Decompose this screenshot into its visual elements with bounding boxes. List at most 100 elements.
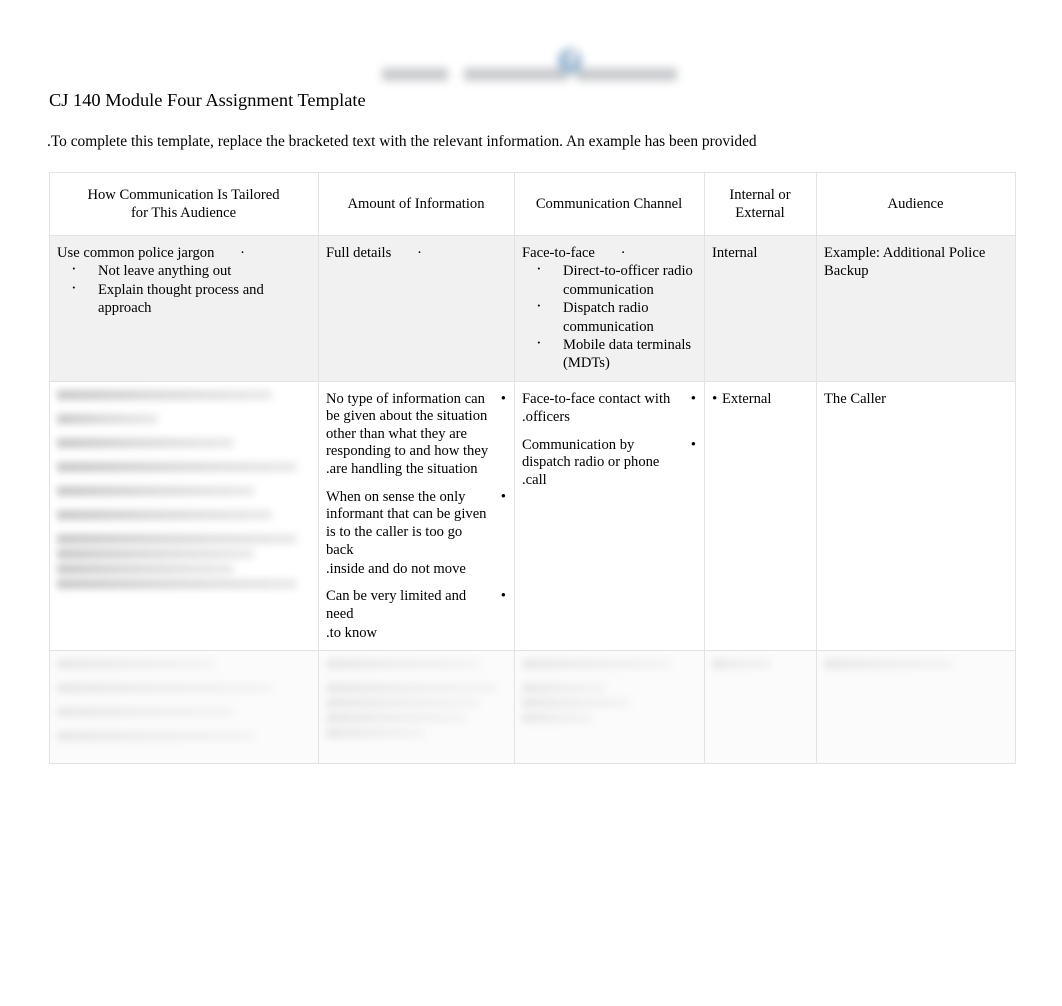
redacted-line xyxy=(57,485,255,496)
paragraph-line: other than what they are xyxy=(326,425,468,442)
bullet-dot-icon: • xyxy=(500,587,506,604)
table-row xyxy=(49,650,1016,765)
paragraph-line: When on sense the only xyxy=(326,488,466,505)
redacted-line xyxy=(326,683,497,694)
paragraph-line: dispatch radio or phone xyxy=(522,454,660,471)
cell-row1-amount-of-information: Full details · xyxy=(318,235,515,382)
paragraph-line: informant that can be given xyxy=(326,506,487,523)
bullet-list: Not leave anything out Explain thought p… xyxy=(57,260,310,318)
paragraph-line: Face-to-face contact with xyxy=(522,390,671,407)
cell-lead-label: Face-to-face xyxy=(522,245,595,261)
header-watermark-logo xyxy=(380,45,680,88)
bulleted-paragraph: • When on sense the only informant that … xyxy=(326,488,506,578)
paragraph-line: .inside and do not move xyxy=(326,560,466,577)
redacted-line xyxy=(824,659,953,670)
redacted-line xyxy=(57,683,273,694)
cell-row1-how-communication-is-tailored: Use common police jargon · Not leave any… xyxy=(49,235,319,382)
cell-row2-how-communication-is-tailored xyxy=(49,380,319,652)
cell-row3-how-communication-is-tailored xyxy=(49,650,319,765)
cell-text: Example: Additional Police Backup xyxy=(824,245,986,280)
redacted-line xyxy=(57,563,235,574)
redacted-line xyxy=(57,437,235,448)
paragraph-block: • Face-to-face contact with .officers • … xyxy=(522,390,696,490)
redacted-line xyxy=(57,533,298,544)
column-header-line-1: Internal or xyxy=(729,186,791,203)
bulleted-paragraph: • Can be very limited and need .to know xyxy=(326,587,506,642)
list-item: Explain thought process and approach xyxy=(71,279,310,318)
redacted-line xyxy=(57,548,255,559)
cell-row2-communication-channel: • Face-to-face contact with .officers • … xyxy=(514,380,705,652)
column-header-line-1: Amount of Information xyxy=(347,195,485,212)
table-row: Use common police jargon · Not leave any… xyxy=(49,235,1016,382)
cell-row2-audience: The Caller xyxy=(816,380,1016,652)
paragraph-line: Can be very limited and need xyxy=(326,587,467,623)
paragraph-line: Communication by xyxy=(522,436,635,453)
cell-row1-audience: Example: Additional Police Backup xyxy=(816,235,1016,382)
redacted-line xyxy=(326,659,479,670)
redacted-line xyxy=(57,509,273,520)
redacted-content xyxy=(522,659,696,724)
column-header-line-2: External xyxy=(735,205,785,221)
table-row: • No type of information can be given ab… xyxy=(49,380,1016,652)
cell-row3-amount-of-information xyxy=(318,650,515,765)
cell-row1-internal-or-external: Internal xyxy=(704,235,817,382)
bullet-dot-icon: • xyxy=(500,488,506,505)
watermark-blue-accent-icon xyxy=(565,45,580,67)
redacted-line xyxy=(57,659,214,670)
paragraph-line: .call xyxy=(522,472,547,489)
redacted-line xyxy=(522,659,670,670)
column-header-audience: Audience xyxy=(816,172,1016,236)
list-item: Dispatch radio communication xyxy=(536,297,696,336)
cell-text: Internal xyxy=(712,245,758,261)
bullet-dot-icon: • xyxy=(712,390,718,407)
redacted-content xyxy=(326,659,506,739)
cell-lead-text: Face-to-face · xyxy=(522,244,696,262)
paragraph-line: is to the caller is too go back xyxy=(326,523,463,559)
redacted-line xyxy=(326,728,425,739)
cell-lead-label: Use common police jargon xyxy=(57,245,215,261)
paragraph-line: responding to and how they xyxy=(326,443,489,460)
cell-row2-internal-or-external: • External xyxy=(704,380,817,652)
redacted-content xyxy=(57,659,310,742)
cell-text: The Caller xyxy=(824,390,886,407)
redacted-line xyxy=(57,707,235,718)
paragraph-block: • No type of information can be given ab… xyxy=(326,390,506,642)
column-header-communication-channel: Communication Channel xyxy=(514,172,705,236)
redacted-line xyxy=(57,578,298,589)
paragraph-line: .to know xyxy=(326,624,378,641)
column-header-how-communication-is-tailored: How Communication Is Tailored for This A… xyxy=(49,172,319,236)
column-header-line-2: for This Audience xyxy=(130,205,237,221)
list-item: Mobile data terminals (MDTs) xyxy=(536,334,696,373)
communication-table-wrapper: How Communication Is Tailored for This A… xyxy=(49,172,1016,765)
cell-row1-communication-channel: Face-to-face · Direct-to-officer radio c… xyxy=(514,235,705,382)
document-page: CJ 140 Module Four Assignment Template .… xyxy=(0,0,1062,1006)
redacted-content xyxy=(57,389,310,589)
cell-text: External xyxy=(722,390,772,407)
cell-row3-communication-channel xyxy=(514,650,705,765)
bullet-dot-icon: · xyxy=(240,245,246,261)
communication-table: How Communication Is Tailored for This A… xyxy=(49,172,1016,765)
column-header-line-1: How Communication Is Tailored xyxy=(87,186,280,203)
column-header-line-1: Communication Channel xyxy=(535,195,683,212)
column-header-internal-or-external: Internal or External xyxy=(704,172,817,236)
instructions-line: .To complete this template, replace the … xyxy=(47,133,757,150)
redacted-line xyxy=(57,731,255,742)
redacted-line xyxy=(326,713,467,724)
redacted-line xyxy=(57,389,273,400)
cell-row2-amount-of-information: • No type of information can be given ab… xyxy=(318,380,515,652)
redacted-line xyxy=(712,659,772,670)
column-header-amount-of-information: Amount of Information xyxy=(318,172,515,236)
column-header-line-1: Audience xyxy=(887,195,944,212)
redacted-content xyxy=(712,659,808,670)
redacted-line xyxy=(522,698,630,709)
list-item: Not leave anything out xyxy=(71,260,310,280)
redacted-line xyxy=(57,413,159,424)
bullet-dot-icon: • xyxy=(500,390,506,407)
cell-lead-text: Full details · xyxy=(326,244,506,262)
bulleted-paragraph: • Face-to-face contact with .officers xyxy=(522,390,696,427)
cell-lead-text: Use common police jargon · xyxy=(57,244,310,262)
watermark-blue-mark-icon xyxy=(558,48,582,74)
cell-lead-label: Full details xyxy=(326,245,392,261)
bullet-dot-icon: • xyxy=(690,436,696,453)
watermark-bar-2 xyxy=(464,68,568,81)
